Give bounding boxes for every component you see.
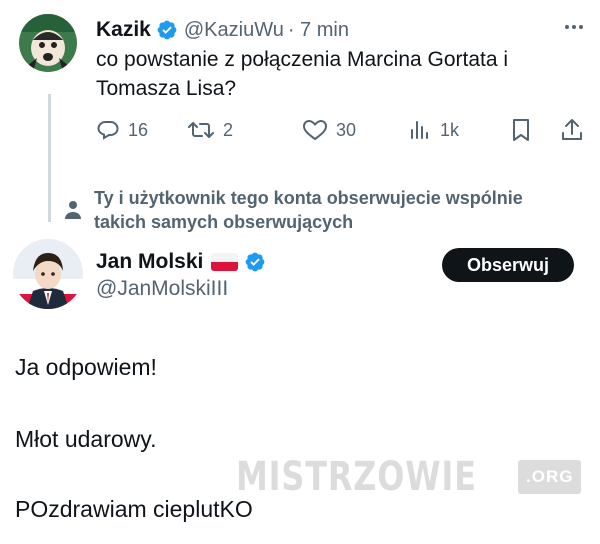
retweet-count: 2 xyxy=(223,119,234,140)
views-count: 1k xyxy=(440,119,460,140)
tweet1-time[interactable]: · 7 min xyxy=(288,19,349,42)
views-button[interactable]: 1k xyxy=(408,114,459,146)
tweet2-line-2: Młot udarowy. xyxy=(15,426,157,452)
tweet1-author-name[interactable]: Kazik xyxy=(96,18,151,42)
share-icon xyxy=(560,117,584,143)
poland-flag-icon xyxy=(211,253,239,271)
retweet-button[interactable]: 2 xyxy=(187,114,233,146)
verified-badge-icon xyxy=(156,19,178,41)
verified-badge-icon xyxy=(244,251,266,273)
bookmark-icon xyxy=(510,117,532,143)
bookmark-button[interactable] xyxy=(510,114,532,146)
like-icon xyxy=(302,118,328,142)
tweet2-handle[interactable]: @JanMolskiIII xyxy=(96,277,228,301)
tweet2-header: Jan Molski xyxy=(96,250,266,274)
tweet1-action-bar: 16 2 30 1k xyxy=(0,114,600,146)
tweet2-line-3: POzdrawiam cieplutKO xyxy=(15,496,253,522)
reply-icon xyxy=(96,118,120,142)
more-icon[interactable] xyxy=(562,17,586,37)
follow-button[interactable]: Obserwuj xyxy=(442,248,574,282)
views-icon xyxy=(408,118,432,142)
tweet1-text: co powstanie z połączenia Marcina Gortat… xyxy=(96,48,509,100)
watermark: MISTRZOWIE .ORG xyxy=(236,452,582,502)
watermark-suffix: .ORG xyxy=(518,460,582,494)
tweet2-author-name[interactable]: Jan Molski xyxy=(96,250,203,274)
watermark-text: MISTRZOWIE xyxy=(236,454,477,500)
kazik-avatar[interactable] xyxy=(19,14,77,72)
reply-button[interactable]: 16 xyxy=(96,114,148,146)
like-button[interactable]: 30 xyxy=(302,114,356,146)
like-count: 30 xyxy=(336,119,357,140)
tweet1-header: Kazik @KaziuWu · 7 min xyxy=(96,15,349,45)
mutual-followers-text: Ty i użytkownik tego konta obserwujecie … xyxy=(94,188,523,232)
tweet2-line-1: Ja odpowiem! xyxy=(15,354,157,380)
reply-count: 16 xyxy=(128,119,149,140)
jan-molski-avatar[interactable] xyxy=(13,239,83,309)
tweet1-handle[interactable]: @KaziuWu xyxy=(184,19,284,42)
retweet-icon xyxy=(187,118,215,142)
person-icon xyxy=(62,198,84,220)
share-button[interactable] xyxy=(560,114,584,146)
